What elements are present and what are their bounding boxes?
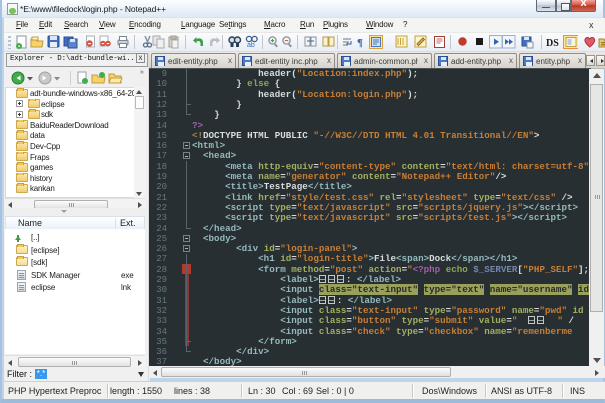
svg-text:DS: DS [546, 38, 559, 49]
svg-text:¶: ¶ [357, 37, 363, 49]
svg-text:ab: ab [247, 42, 255, 49]
